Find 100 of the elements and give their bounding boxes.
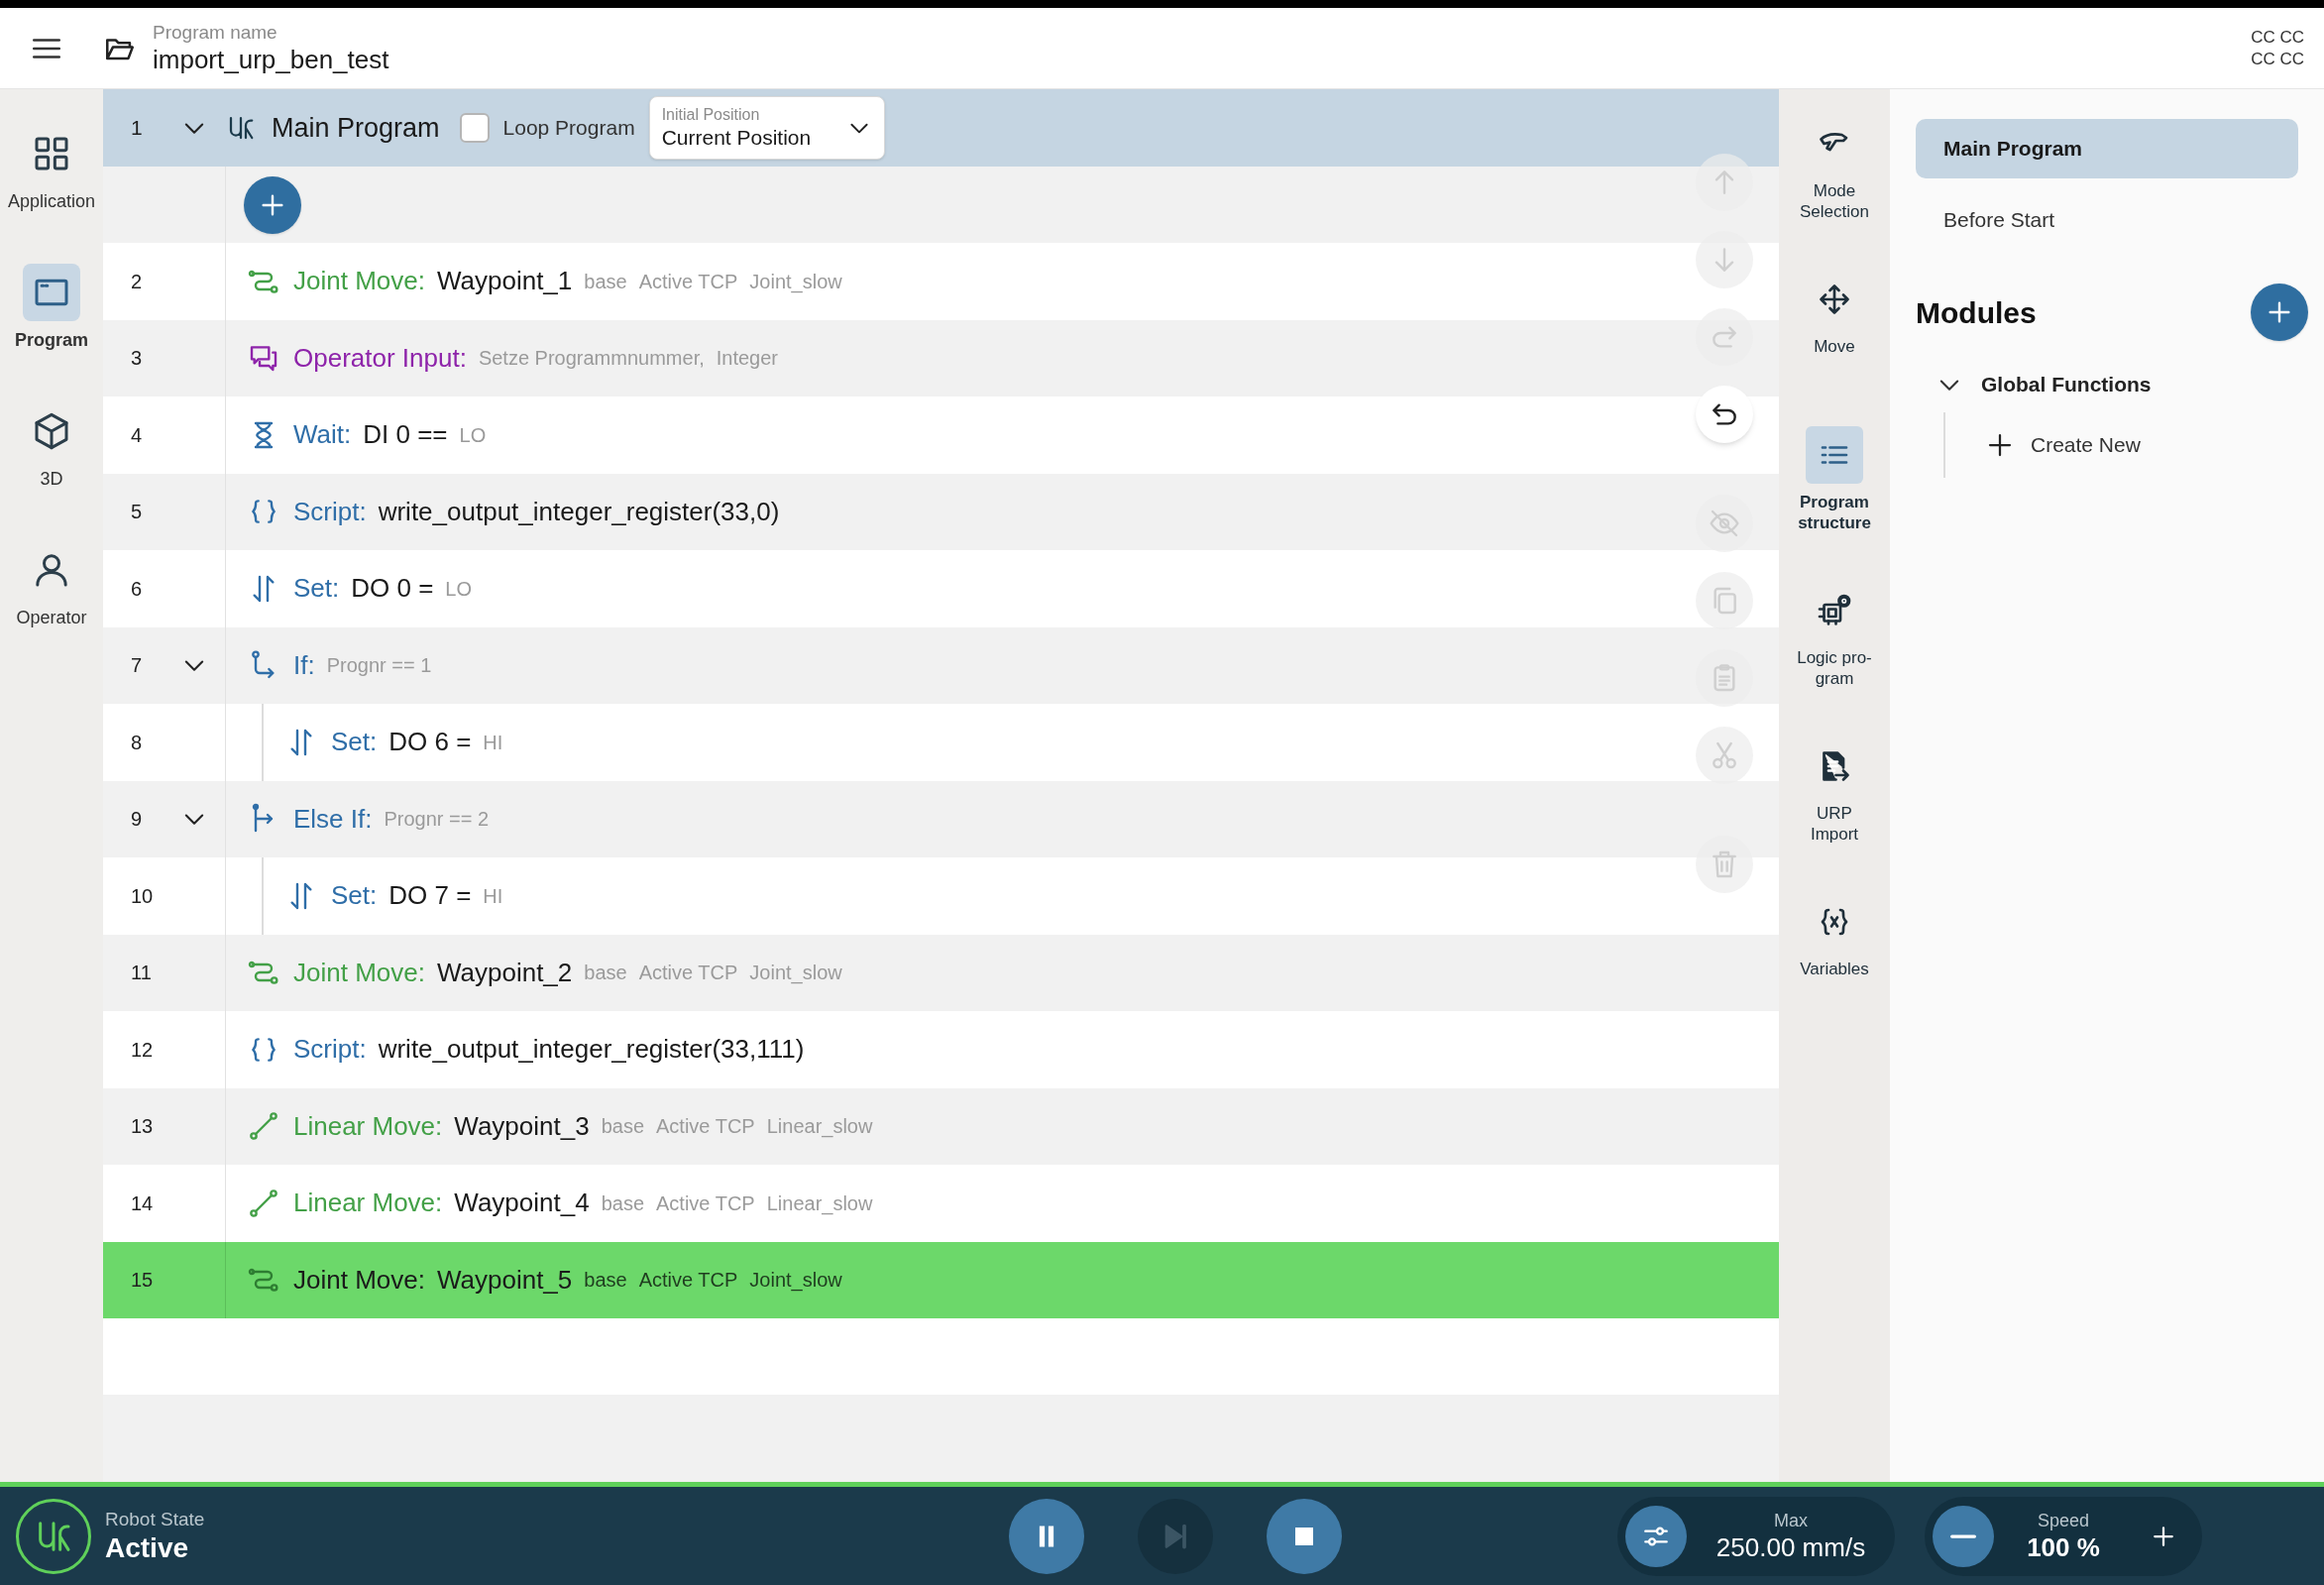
structure-section-tab[interactable]: Main Program [1916, 119, 2298, 178]
sliders-button[interactable] [1625, 1505, 1687, 1567]
tool-button[interactable]: Variables [1781, 889, 1888, 1045]
node-type-label: Script: [293, 1033, 367, 1067]
line-number: 3 [130, 346, 144, 372]
node-parameter: HI [483, 883, 503, 909]
node-type-label: Script: [293, 495, 367, 528]
node-parameter: LO [445, 576, 473, 602]
minus-icon [1950, 1533, 1976, 1538]
line-number: 2 [130, 269, 144, 294]
node-type-label: Set: [331, 879, 378, 913]
chip-icon [1817, 593, 1852, 628]
line-number: 1 [130, 115, 144, 142]
tool-button[interactable]: Program structure [1781, 422, 1888, 578]
line-number: 6 [130, 576, 144, 602]
program-node-row[interactable]: 8 Set: DO 6 = HI [103, 704, 1779, 781]
nav-item[interactable]: Application [2, 111, 101, 228]
max-label: Max [1774, 1509, 1808, 1531]
node-type-label: Wait: [293, 418, 352, 452]
node-parameter: base [584, 961, 627, 986]
tool-button[interactable]: Move [1781, 267, 1888, 422]
program-node-row[interactable]: 14 Linear Move: Waypoint_4 base Active TCP Linear_slow [103, 1165, 1779, 1242]
line-number: 14 [130, 1190, 155, 1216]
structure-section-tab[interactable]: Before Start [1916, 190, 2298, 250]
node-type-label: If: [293, 648, 315, 682]
loop-program-label: Loop Program [502, 115, 635, 142]
move-arrows-icon [1817, 282, 1852, 317]
line-path-icon [248, 1187, 279, 1219]
node-parameter: base [584, 1268, 627, 1294]
node-value: Waypoint_4 [454, 1187, 590, 1220]
program-node-row[interactable]: 6 Set: DO 0 = LO [103, 550, 1779, 627]
node-parameter: Prognr == 2 [384, 807, 490, 833]
node-type-label: Joint Move: [293, 1263, 425, 1297]
add-node-button[interactable] [244, 176, 301, 234]
node-parameter: Setze Programmnummer, [478, 346, 705, 372]
decrease-speed-button[interactable] [1933, 1505, 1994, 1567]
nav-item[interactable]: Operator [2, 527, 101, 644]
tool-button[interactable]: Mode Selection [1781, 111, 1888, 267]
node-type-label: Set: [293, 572, 340, 606]
line-number: 10 [130, 883, 155, 909]
node-type-label: Linear Move: [293, 1109, 443, 1143]
node-type-label: Joint Move: [293, 956, 425, 989]
node-value: write_output_integer_register(33,0) [378, 495, 780, 528]
module-group[interactable]: Global Functions [1936, 369, 2298, 400]
program-name: import_urp_ben_test [153, 43, 389, 75]
robot-state-value: Active [105, 1530, 190, 1565]
line-path-icon [248, 1110, 279, 1143]
node-parameter: base [584, 269, 627, 294]
line-number: 7 [130, 653, 144, 679]
tool-button[interactable]: URP Import [1781, 734, 1888, 889]
eye-slash-icon [1709, 508, 1740, 539]
max-value: 250.00 mm/s [1715, 1530, 1866, 1563]
node-parameter: Joint_slow [749, 961, 842, 986]
node-value: Waypoint_5 [436, 1263, 573, 1297]
nav-item[interactable]: 3D [2, 389, 101, 506]
program-node-row[interactable]: 12 Script: write_output_integer_register(33,111) [103, 1011, 1779, 1088]
node-value: Waypoint_3 [454, 1109, 590, 1143]
program-name-label: Program name [153, 21, 278, 44]
line-number: 5 [130, 500, 144, 525]
nav-item[interactable]: Program [2, 250, 101, 367]
node-parameter: Joint_slow [749, 269, 842, 295]
node-value: DI 0 == [363, 418, 448, 452]
loop-checkbox[interactable] [459, 113, 490, 143]
node-value: write_output_integer_register(33,111) [378, 1033, 805, 1067]
program-node-row[interactable]: 15 Joint Move: Waypoint_5 base Active TCP Joint_slow [103, 1241, 1779, 1318]
node-parameter: HI [483, 730, 503, 755]
corner-text: CC CC [2251, 26, 2304, 49]
line-number: 12 [130, 1037, 155, 1063]
node-value: DO 0 = [351, 572, 434, 606]
node-parameter: LO [459, 422, 487, 448]
corner-text: CC CC [2251, 48, 2304, 70]
node-value: Waypoint_2 [436, 956, 573, 989]
program-title: Main Program [272, 111, 440, 145]
line-number: 11 [130, 961, 153, 986]
node-parameter: base [601, 1114, 645, 1140]
program-node-row[interactable]: 10 Set: DO 7 = HI [103, 857, 1779, 935]
create-new-button[interactable]: Create New [1985, 417, 2298, 472]
speed-label: Speed [2037, 1509, 2090, 1531]
add-module-button[interactable] [2251, 283, 2308, 341]
node-parameter: Integer [716, 346, 778, 372]
line-number: 8 [130, 730, 144, 755]
node-parameter: Linear_slow [766, 1190, 873, 1217]
node-parameter: Active TCP [656, 1114, 755, 1140]
tool-button[interactable]: Logic pro- gram [1781, 578, 1888, 734]
node-parameter: Prognr == 1 [326, 653, 432, 679]
line-number: 15 [130, 1268, 155, 1294]
line-number: 4 [130, 422, 144, 448]
line-number: 9 [130, 807, 144, 833]
speed-value: 100 % [2027, 1530, 2100, 1563]
line-number: 13 [130, 1114, 155, 1140]
node-value: DO 6 = [388, 726, 472, 759]
node-type-label: Set: [331, 726, 378, 759]
initial-position-dropdown[interactable]: Initial Position Current Position [648, 96, 885, 160]
node-parameter: Linear_slow [766, 1114, 873, 1140]
node-value: DO 7 = [388, 879, 472, 913]
program-node-row[interactable]: 4 Wait: DI 0 == LO [103, 396, 1779, 474]
node-parameter: Active TCP [656, 1190, 755, 1216]
node-parameter: Active TCP [638, 961, 738, 986]
node-type-label: Else If: [293, 802, 373, 836]
program-node-row[interactable]: 2 Joint Move: Waypoint_1 base Active TCP Joint_slow [103, 243, 1779, 320]
